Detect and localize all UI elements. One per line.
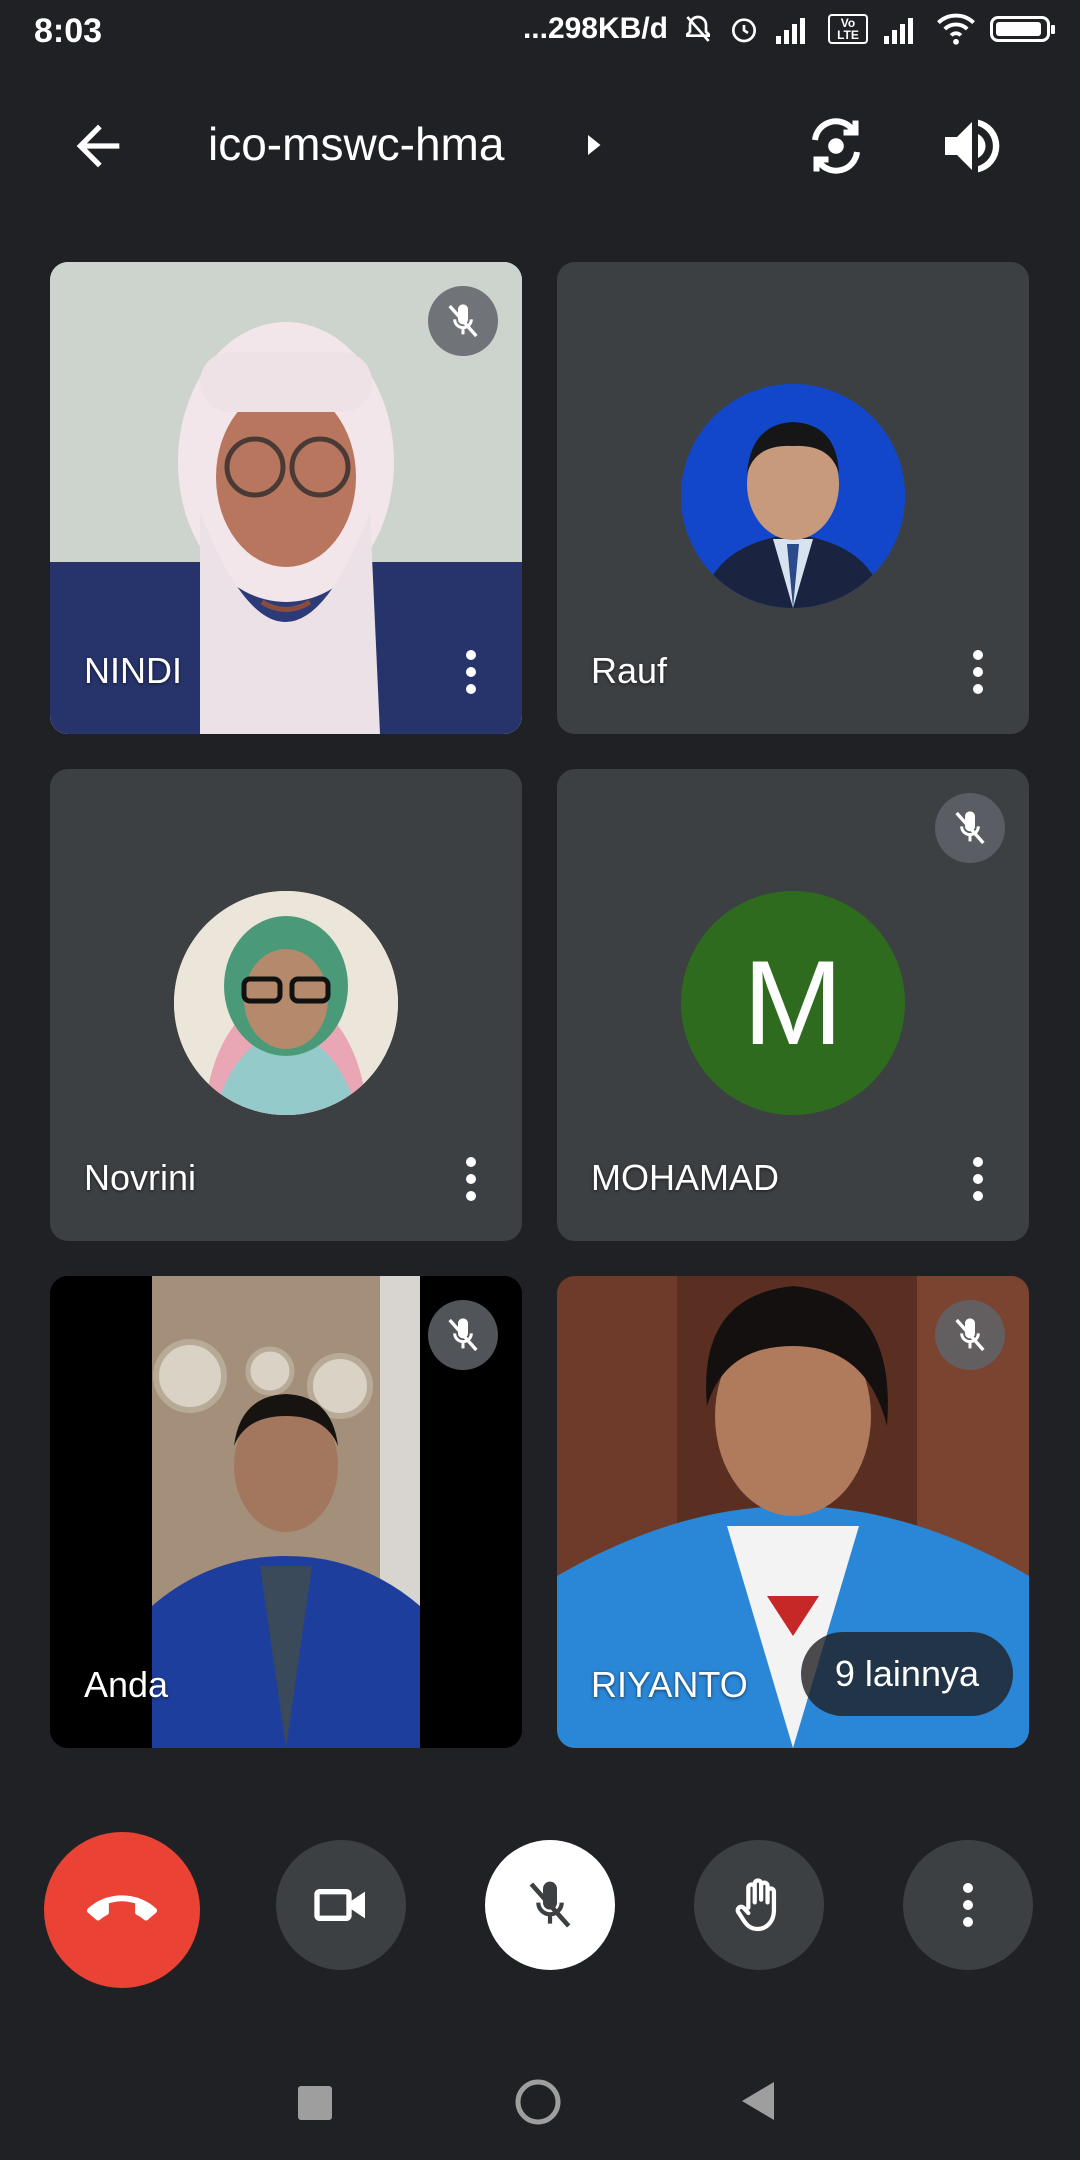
others-count-button[interactable]: 9 lainnya — [800, 1632, 1013, 1716]
meeting-header: ico-mswc-hma — [0, 96, 1080, 192]
participant-name: NINDI — [84, 650, 182, 691]
nav-back-button[interactable] — [738, 2080, 778, 2127]
mic-off-icon — [529, 1881, 571, 1928]
avatar — [174, 891, 398, 1115]
wifi-icon — [936, 13, 976, 45]
more-vert-icon — [961, 1883, 975, 1927]
more-options-button[interactable] — [903, 1840, 1033, 1970]
alarm-icon — [728, 13, 760, 45]
volume-up-icon — [945, 119, 1000, 173]
mic-off-icon — [955, 1318, 985, 1352]
participant-tile-novrini[interactable]: Novrini — [50, 769, 522, 1241]
hang-up-button[interactable] — [44, 1832, 200, 1988]
participant-name: Rauf — [591, 650, 668, 691]
call-controls — [0, 1832, 1080, 1988]
switch-camera-button[interactable] — [800, 110, 872, 182]
network-speed: ...298KB/d — [522, 12, 668, 45]
participant-more-button[interactable] — [464, 1157, 478, 1201]
meeting-code-title[interactable]: ico-mswc-hma — [208, 114, 504, 174]
speaker-button[interactable] — [936, 110, 1008, 182]
participant-tile-rauf[interactable]: Rauf — [557, 262, 1029, 734]
system-nav-bar — [0, 2040, 1080, 2160]
switch-camera-icon — [812, 118, 860, 174]
muted-indicator — [428, 286, 498, 356]
recents-button[interactable] — [298, 2086, 332, 2120]
participant-tile-riyanto[interactable]: RIYANTO 9 lainnya — [557, 1276, 1029, 1748]
participant-tile-nindi[interactable]: NINDI — [50, 262, 522, 734]
muted-indicator — [935, 1300, 1005, 1370]
arrow-back-icon — [76, 124, 120, 168]
camera-toggle-button[interactable] — [276, 1840, 406, 1970]
battery-icon — [990, 16, 1055, 42]
avatar — [681, 384, 905, 608]
mic-off-icon — [448, 304, 478, 338]
home-button[interactable] — [514, 2078, 562, 2126]
muted-indicator — [428, 1300, 498, 1370]
participant-name: Anda — [84, 1664, 169, 1705]
videocam-icon — [314, 1889, 365, 1921]
signal-2-icon — [882, 14, 922, 44]
participant-name: MOHAMAD — [591, 1157, 779, 1198]
status-icons: ...298KB/d Vo LTE — [522, 12, 1055, 46]
bell-off-icon — [682, 13, 714, 45]
status-time: 8:03 — [34, 12, 103, 50]
microphone-toggle-button[interactable] — [485, 1840, 615, 1970]
participant-more-button[interactable] — [464, 650, 478, 694]
participant-more-button[interactable] — [971, 650, 985, 694]
mic-off-icon — [448, 1318, 478, 1352]
participant-tile-self[interactable]: Anda — [50, 1276, 522, 1748]
letter-avatar: M — [681, 891, 905, 1115]
volte-badge: Vo LTE — [828, 14, 868, 44]
participant-name: RIYANTO — [591, 1664, 748, 1705]
participant-more-button[interactable] — [971, 1157, 985, 1201]
muted-indicator — [935, 793, 1005, 863]
status-bar: 8:03 ...298KB/d Vo LTE — [0, 0, 1080, 66]
hand-icon — [735, 1878, 777, 1932]
participant-tile-mohamad[interactable]: M MOHAMAD — [557, 769, 1029, 1241]
back-button[interactable] — [66, 114, 130, 178]
signal-icon — [774, 14, 814, 44]
participant-name: Novrini — [84, 1157, 197, 1198]
call-end-icon — [87, 1895, 157, 1921]
mic-off-icon — [955, 811, 985, 845]
details-arrow-icon[interactable] — [578, 130, 608, 165]
raise-hand-button[interactable] — [694, 1840, 824, 1970]
